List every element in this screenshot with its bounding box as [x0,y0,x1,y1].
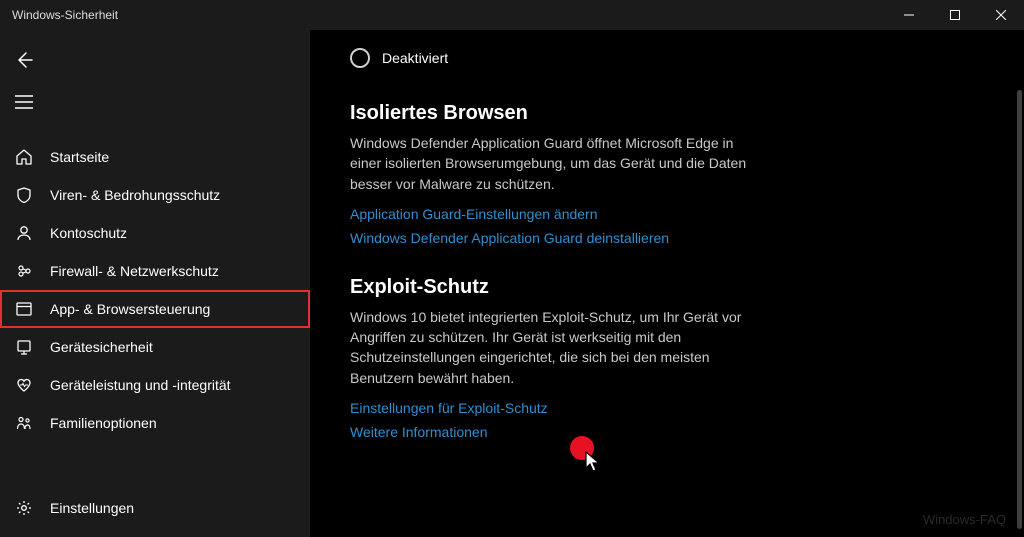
gear-icon [14,498,34,518]
close-icon [996,10,1006,20]
sidebar-item-label: Kontoschutz [50,225,127,241]
radio-option-deactivated[interactable]: Deaktiviert [350,48,1024,68]
window-controls [886,0,1024,30]
section-desc: Windows Defender Application Guard öffne… [350,133,750,194]
sidebar-item-performance[interactable]: Geräteleistung und -integrität [0,366,310,404]
nav-list: Startseite Viren- & Bedrohungsschutz Kon… [0,138,310,442]
arrow-left-icon [14,50,34,70]
minimize-button[interactable] [886,0,932,30]
sidebar-item-app-browser[interactable]: App- & Browsersteuerung [0,290,310,328]
section-title: Isoliertes Browsen [350,102,750,125]
sidebar-item-device-security[interactable]: Gerätesicherheit [0,328,310,366]
account-icon [14,223,34,243]
link-appguard-uninstall[interactable]: Windows Defender Application Guard deins… [350,230,750,246]
window-root: Windows-Sicherheit Start [0,0,1024,537]
firewall-icon [14,261,34,281]
link-more-info[interactable]: Weitere Informationen [350,424,750,440]
section-title: Exploit-Schutz [350,276,750,299]
section-desc: Windows 10 bietet integrierten Exploit-S… [350,307,750,388]
link-exploit-settings[interactable]: Einstellungen für Exploit-Schutz [350,400,750,416]
content-area: Deaktiviert Isoliertes Browsen Windows D… [310,30,1024,537]
body: Startseite Viren- & Bedrohungsschutz Kon… [0,30,1024,537]
home-icon [14,147,34,167]
watermark: Windows-FAQ [923,512,1006,527]
section-exploit-protection: Exploit-Schutz Windows 10 bietet integri… [350,276,750,440]
device-security-icon [14,337,34,357]
radio-label: Deaktiviert [382,50,448,66]
hamburger-button[interactable] [0,84,48,120]
sidebar-item-home[interactable]: Startseite [0,138,310,176]
shield-icon [14,185,34,205]
hamburger-icon [15,95,33,109]
app-browser-icon [14,299,34,319]
sidebar-item-label: App- & Browsersteuerung [50,301,210,317]
sidebar-item-label: Einstellungen [50,500,134,516]
sidebar-item-label: Viren- & Bedrohungsschutz [50,187,220,203]
minimize-icon [904,10,914,20]
titlebar: Windows-Sicherheit [0,0,1024,30]
sidebar-item-label: Familienoptionen [50,415,157,431]
section-isolated-browsing: Isoliertes Browsen Windows Defender Appl… [350,102,750,246]
family-icon [14,413,34,433]
sidebar-item-firewall[interactable]: Firewall- & Netzwerkschutz [0,252,310,290]
close-button[interactable] [978,0,1024,30]
sidebar-item-label: Geräteleistung und -integrität [50,377,231,393]
sidebar-item-account[interactable]: Kontoschutz [0,214,310,252]
sidebar-item-virus[interactable]: Viren- & Bedrohungsschutz [0,176,310,214]
sidebar-item-label: Startseite [50,149,109,165]
sidebar-item-family[interactable]: Familienoptionen [0,404,310,442]
window-title: Windows-Sicherheit [0,8,118,22]
heart-icon [14,375,34,395]
link-appguard-settings[interactable]: Application Guard-Einstellungen ändern [350,206,750,222]
sidebar: Startseite Viren- & Bedrohungsschutz Kon… [0,30,310,537]
back-button[interactable] [0,42,48,78]
scrollbar[interactable] [1017,90,1022,529]
sidebar-item-label: Firewall- & Netzwerkschutz [50,263,219,279]
sidebar-item-settings[interactable]: Einstellungen [0,489,310,527]
click-highlight-marker [570,436,594,460]
radio-icon [350,48,370,68]
sidebar-item-label: Gerätesicherheit [50,339,153,355]
maximize-button[interactable] [932,0,978,30]
maximize-icon [950,10,960,20]
